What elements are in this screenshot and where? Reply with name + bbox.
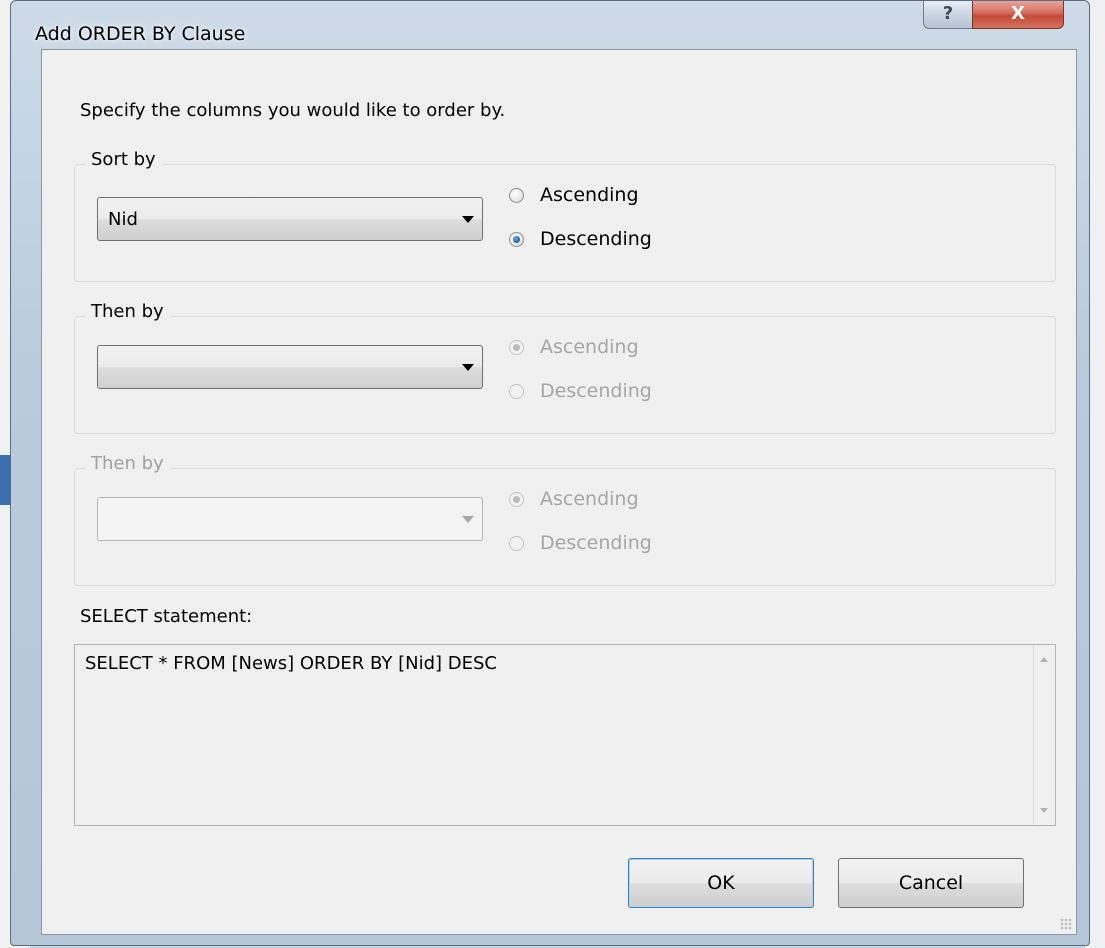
- close-button[interactable]: X: [972, 1, 1064, 29]
- select-statement-text: SELECT * FROM [News] ORDER BY [Nid] DESC: [85, 653, 497, 674]
- dropdown-arrow-icon: [462, 516, 474, 523]
- dialog-title: Add ORDER BY Clause: [35, 23, 246, 45]
- help-button[interactable]: ?: [923, 1, 973, 29]
- dialog-body: Specify the columns you would like to or…: [41, 49, 1077, 935]
- radio-label: Ascending: [540, 488, 639, 510]
- dropdown-arrow-icon: [462, 216, 474, 223]
- sort-by-group: Sort by Nid Ascending Descending: [74, 149, 1056, 282]
- then-by-column-select-1[interactable]: [97, 345, 483, 389]
- radio-checked-icon: [509, 491, 524, 507]
- group-title: Sort by: [85, 149, 162, 170]
- select-statement-label: SELECT statement:: [80, 606, 253, 627]
- cancel-button[interactable]: Cancel: [838, 858, 1024, 908]
- radio-label: Descending: [540, 228, 652, 250]
- radio-label: Descending: [540, 532, 652, 554]
- statement-scrollbar[interactable]: [1033, 645, 1055, 825]
- then-by-2-descending-radio[interactable]: Descending: [509, 529, 652, 557]
- scroll-up-icon[interactable]: [1040, 657, 1048, 662]
- select-statement-box[interactable]: SELECT * FROM [News] ORDER BY [Nid] DESC: [74, 644, 1056, 826]
- then-by-group-1: Then by Ascending Descending: [74, 301, 1056, 434]
- radio-checked-icon: [509, 231, 524, 247]
- then-by-2-ascending-radio[interactable]: Ascending: [509, 485, 639, 513]
- help-icon: ?: [942, 3, 954, 24]
- radio-icon: [509, 383, 524, 399]
- radio-icon: [509, 535, 524, 551]
- dialog-window: Add ORDER BY Clause ? X Specify the colu…: [10, 0, 1090, 946]
- sort-by-column-select[interactable]: Nid: [97, 197, 483, 241]
- then-by-group-2: Then by Ascending Descending: [74, 453, 1056, 586]
- radio-label: Ascending: [540, 336, 639, 358]
- scroll-down-icon[interactable]: [1040, 808, 1048, 813]
- then-by-column-select-2[interactable]: [97, 497, 483, 541]
- radio-label: Descending: [540, 380, 652, 402]
- resize-grip-icon[interactable]: [1060, 918, 1072, 930]
- radio-label: Ascending: [540, 184, 639, 206]
- instruction-text: Specify the columns you would like to or…: [80, 100, 506, 121]
- group-title: Then by: [85, 453, 170, 474]
- radio-icon: [509, 187, 524, 203]
- sort-by-descending-radio[interactable]: Descending: [509, 225, 652, 253]
- radio-checked-icon: [509, 339, 524, 355]
- sort-by-ascending-radio[interactable]: Ascending: [509, 181, 639, 209]
- group-title: Then by: [85, 301, 170, 322]
- then-by-1-ascending-radio[interactable]: Ascending: [509, 333, 639, 361]
- ok-button[interactable]: OK: [628, 858, 814, 908]
- selected-column: Nid: [108, 209, 138, 230]
- close-icon: X: [1011, 3, 1025, 24]
- then-by-1-descending-radio[interactable]: Descending: [509, 377, 652, 405]
- dropdown-arrow-icon: [462, 364, 474, 371]
